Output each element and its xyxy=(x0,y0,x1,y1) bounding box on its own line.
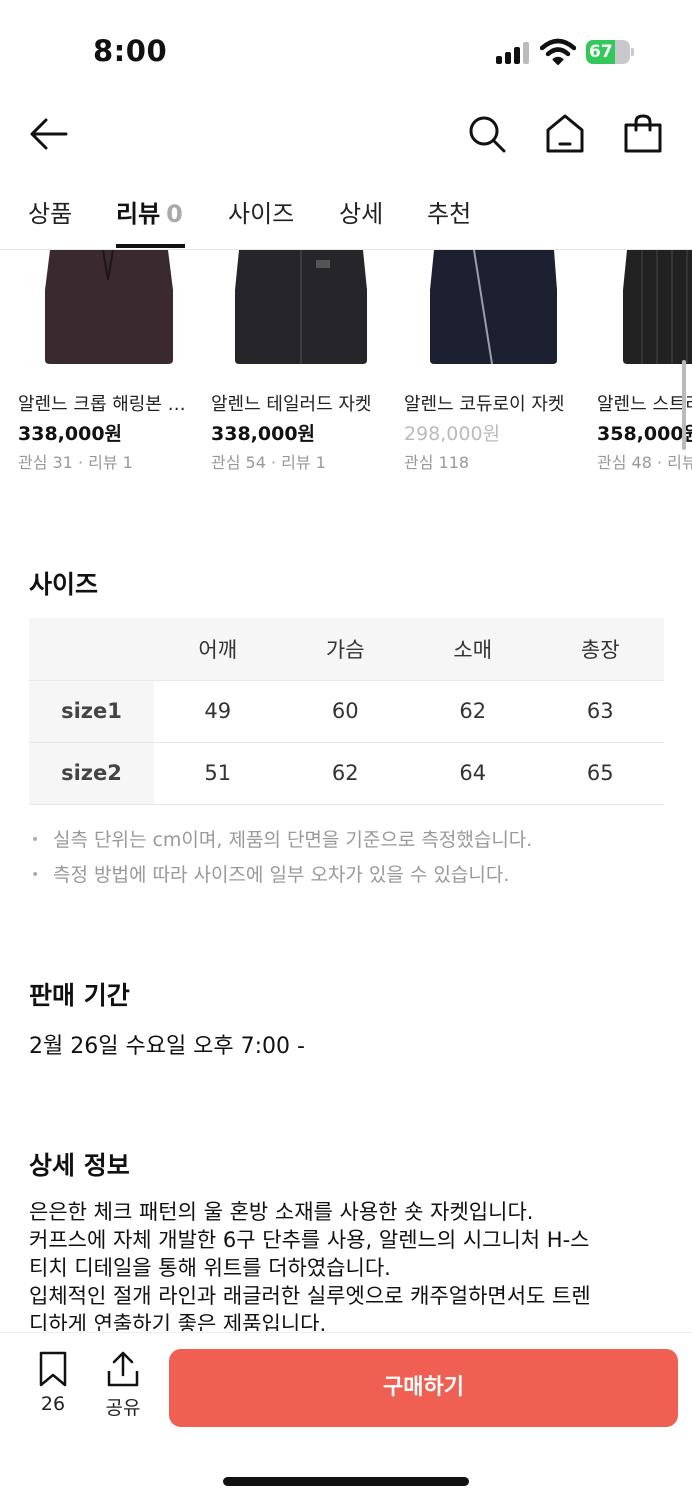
product-name: 알렌느 스트라이프 자켓 xyxy=(597,394,692,415)
product-image xyxy=(623,250,692,364)
table-cell: 51 xyxy=(154,741,282,805)
search-icon[interactable] xyxy=(465,112,509,156)
product-name: 알렌느 크롭 해링본 자켓 xyxy=(18,394,196,415)
bookmark-icon xyxy=(39,1351,67,1387)
row-label: size2 xyxy=(29,741,154,805)
product-meta: 관심 31 · 리뷰 1 xyxy=(18,453,133,472)
product-price: 298,000원 xyxy=(404,423,501,445)
top-nav xyxy=(0,100,692,170)
detail-section-title: 상세 정보 xyxy=(29,1151,130,1180)
column-header: 총장 xyxy=(536,618,664,680)
product-meta: 관심 54 · 리뷰 1 xyxy=(211,453,326,472)
bottom-action-bar: 26 공유 구매하기 xyxy=(0,1332,692,1500)
size-notes: 실측 단위는 cm이며, 제품의 단면을 기준으로 측정했습니다. 측정 방법에… xyxy=(29,825,669,895)
shopping-bag-icon[interactable] xyxy=(621,112,665,156)
product-price: 338,000원 xyxy=(211,423,316,445)
review-count: 0 xyxy=(166,200,183,228)
tab-bar: 상품 리뷰 0 사이즈 상세 추천 xyxy=(0,180,692,250)
table-header-row: 어깨 가슴 소매 총장 xyxy=(29,618,664,680)
tab-review[interactable]: 리뷰 0 xyxy=(116,194,183,229)
detail-line: 은은한 체크 패턴의 울 혼방 소재를 사용한 숏 자켓입니다. xyxy=(29,1200,534,1224)
product-name: 알렌느 코듀로이 자켓 xyxy=(404,394,565,415)
product-price: 358,000원 xyxy=(597,423,692,445)
row-label: size1 xyxy=(29,679,154,742)
table-row: size1 49 60 62 63 xyxy=(29,679,664,742)
table-cell: 62 xyxy=(409,679,537,742)
size-table: 어깨 가슴 소매 총장 size1 49 60 62 63 size2 51 6… xyxy=(29,618,664,805)
sale-period-value: 2월 26일 수요일 오후 7:00 - xyxy=(29,1034,305,1059)
back-arrow-icon[interactable] xyxy=(26,112,70,156)
share-label: 공유 xyxy=(105,1397,141,1419)
table-cell: 60 xyxy=(281,679,409,742)
column-header: 가슴 xyxy=(281,618,409,680)
detail-description: 은은한 체크 패턴의 울 혼방 소재를 사용한 숏 자켓입니다. 커프스에 자체… xyxy=(29,1198,669,1331)
bookmark-count: 26 xyxy=(40,1393,66,1415)
product-price: 338,000원 xyxy=(18,423,123,445)
product-carousel[interactable]: 알렌느 크롭 해링본 자켓 338,000원 관심 31 · 리뷰 1 알렌느 … xyxy=(0,250,692,480)
detail-line: 커프스에 자체 개발한 6구 단추를 사용, 알렌느의 시그니처 H-스 xyxy=(29,1228,590,1252)
product-image xyxy=(235,250,367,364)
table-cell: 64 xyxy=(409,741,537,805)
product-image xyxy=(45,250,173,364)
tab-recommend[interactable]: 추천 xyxy=(427,194,471,229)
column-header: 어깨 xyxy=(154,618,282,680)
wifi-icon xyxy=(540,38,576,65)
sale-period-title: 판매 기간 xyxy=(29,981,130,1010)
share-button[interactable]: 공유 xyxy=(93,1351,153,1419)
home-indicator xyxy=(223,1477,469,1486)
table-cell: 49 xyxy=(154,679,282,742)
buy-button[interactable]: 구매하기 xyxy=(169,1349,678,1427)
table-cell: 63 xyxy=(536,679,664,742)
column-header: 소매 xyxy=(409,618,537,680)
detail-line: 입체적인 절개 라인과 래글러한 실루엣으로 캐주얼하면서도 트렌 xyxy=(29,1284,591,1308)
size-section-title: 사이즈 xyxy=(29,570,99,599)
status-time: 8:00 xyxy=(93,34,168,68)
tab-size[interactable]: 사이즈 xyxy=(228,194,294,229)
cellular-signal-icon xyxy=(496,42,532,64)
size-note: 측정 방법에 따라 사이즈에 일부 오차가 있을 수 있습니다. xyxy=(29,860,669,895)
share-icon xyxy=(107,1351,139,1387)
tab-product[interactable]: 상품 xyxy=(28,194,72,229)
tab-detail[interactable]: 상세 xyxy=(339,194,383,229)
size-note: 실측 단위는 cm이며, 제품의 단면을 기준으로 측정했습니다. xyxy=(29,825,669,860)
table-cell: 65 xyxy=(536,741,664,805)
active-tab-indicator xyxy=(116,244,185,248)
detail-line: 티치 디테일을 통해 위트를 더하였습니다. xyxy=(29,1256,391,1280)
table-row: size2 51 62 64 65 xyxy=(29,741,664,805)
table-cell: 62 xyxy=(281,741,409,805)
home-icon[interactable] xyxy=(543,112,587,156)
product-meta: 관심 118 xyxy=(404,453,470,472)
product-image xyxy=(430,250,557,365)
battery-level: 67 xyxy=(589,42,613,62)
detail-line: 디하게 연출하기 좋은 제품입니다. xyxy=(29,1312,327,1331)
product-meta: 관심 48 · 리뷰 1 xyxy=(597,453,692,472)
scrollbar[interactable] xyxy=(682,360,686,450)
bookmark-button[interactable]: 26 xyxy=(23,1351,83,1417)
product-name: 알렌느 테일러드 자켓 xyxy=(211,394,372,415)
status-bar: 8:00 67 xyxy=(0,0,692,100)
battery-icon: 67 xyxy=(586,40,634,64)
